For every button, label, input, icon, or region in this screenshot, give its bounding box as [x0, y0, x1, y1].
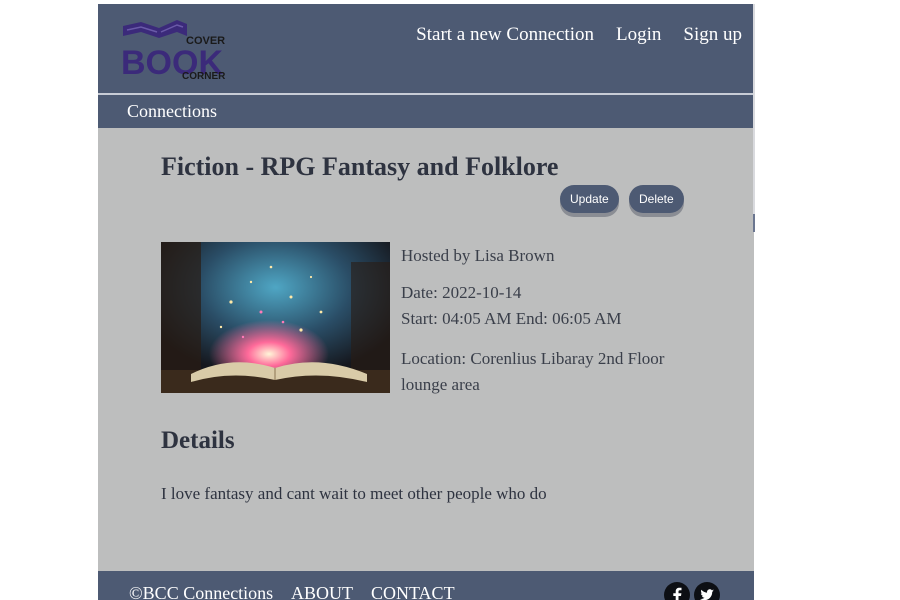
connections-link[interactable]: Connections: [127, 101, 217, 122]
event-host: Hosted by Lisa Brown: [401, 246, 555, 265]
facebook-icon[interactable]: [664, 582, 690, 600]
event-times: Start: 04:05 AM End: 06:05 AM: [401, 309, 622, 328]
event-title: Fiction - RPG Fantasy and Folklore: [161, 152, 559, 181]
site-footer: ©BCC Connections ABOUT CONTACT: [98, 571, 754, 600]
delete-button[interactable]: Delete: [629, 185, 684, 213]
site-page: BOOK COVER CORNER Start a new Connection…: [98, 4, 754, 600]
cover-book-corner-logo[interactable]: BOOK COVER CORNER: [119, 16, 231, 82]
update-button[interactable]: Update: [560, 185, 619, 213]
top-navigation: Start a new Connection Login Sign up: [416, 24, 742, 46]
window-edge: [753, 4, 755, 214]
details-heading: Details: [161, 427, 235, 454]
copyright-text: ©BCC Connections: [129, 583, 274, 600]
event-image: [161, 242, 390, 393]
window-edge-accent: [753, 214, 755, 232]
sub-navigation: Connections: [98, 95, 754, 128]
details-text: I love fantasy and cant wait to meet oth…: [161, 484, 547, 503]
start-new-connection-link[interactable]: Start a new Connection: [416, 24, 594, 46]
contact-link[interactable]: CONTACT: [371, 583, 455, 600]
svg-text:COVER: COVER: [186, 35, 225, 47]
site-header: BOOK COVER CORNER Start a new Connection…: [98, 4, 754, 95]
twitter-icon[interactable]: [694, 582, 720, 600]
event-location: Location: Corenlius Libaray 2nd Floor lo…: [401, 349, 665, 394]
svg-text:CORNER: CORNER: [182, 71, 226, 80]
about-link[interactable]: ABOUT: [291, 583, 353, 600]
login-link[interactable]: Login: [616, 24, 661, 46]
sign-up-link[interactable]: Sign up: [683, 24, 742, 46]
event-date: Date: 2022-10-14: [401, 283, 522, 302]
